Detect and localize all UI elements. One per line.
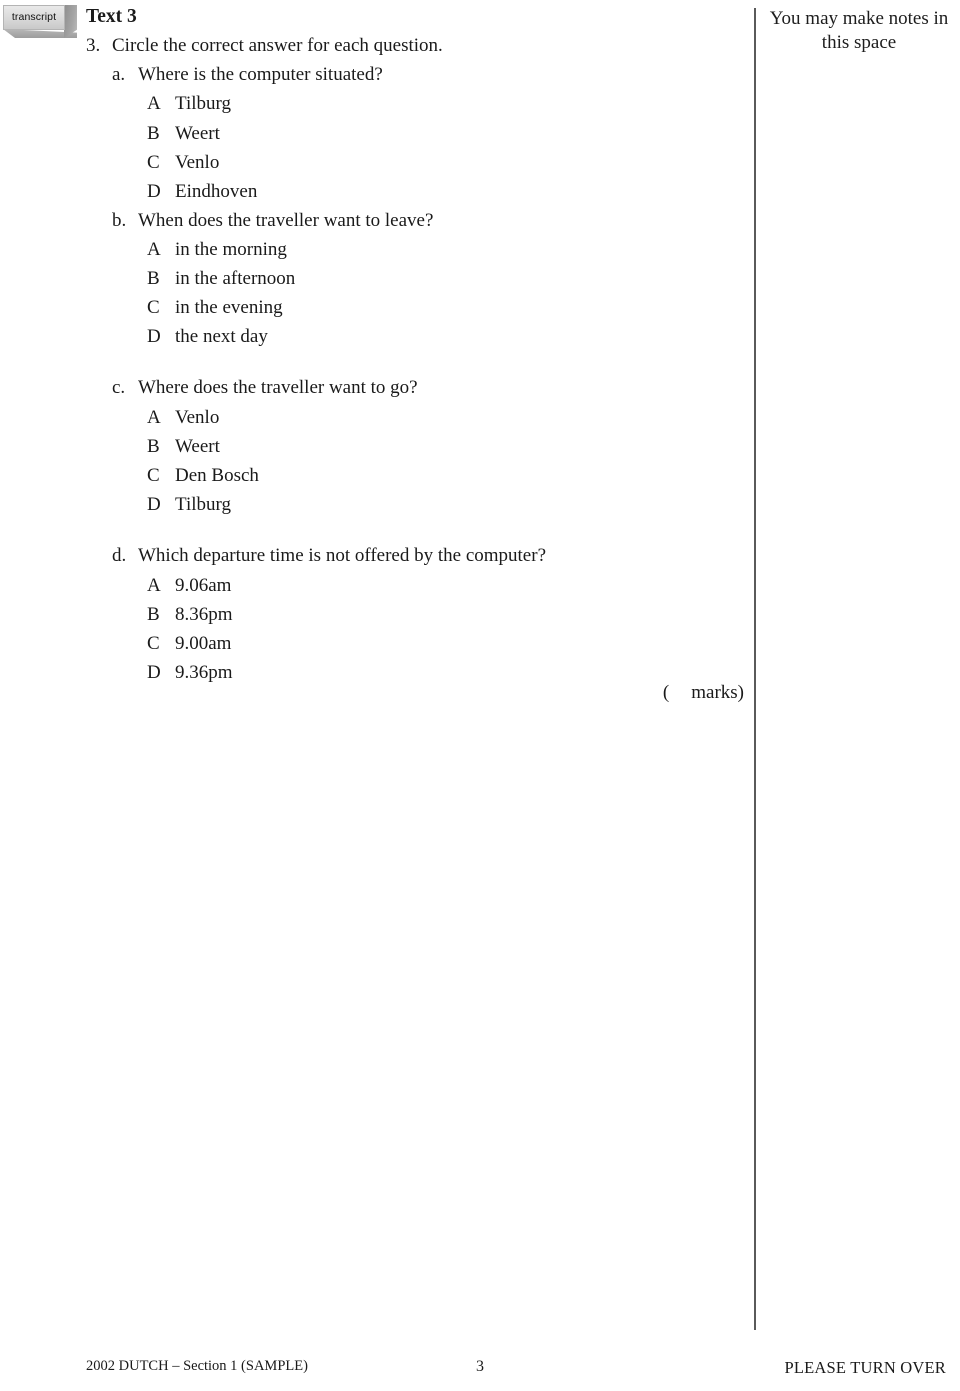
footer-turn-over-notice: PLEASE TURN OVER: [784, 1358, 946, 1377]
sub-question-c-prompt-row: c. Where does the traveller want to go?: [86, 373, 736, 402]
sub-question-d: d. Which departure time is not offered b…: [86, 541, 736, 687]
option-letter: A: [147, 239, 161, 261]
option-d-c[interactable]: C 9.00am: [86, 629, 736, 658]
transcript-button-face[interactable]: transcript: [3, 5, 65, 30]
option-text: Venlo: [175, 151, 220, 173]
option-text: Venlo: [175, 406, 220, 428]
marks-label: marks): [691, 682, 744, 703]
option-d-b[interactable]: B 8.36pm: [86, 600, 736, 629]
option-c-b[interactable]: B Weert: [86, 432, 736, 461]
option-text: Weert: [175, 435, 220, 457]
marks-line: ( marks): [86, 681, 744, 706]
option-text: in the evening: [175, 297, 283, 319]
option-text: Weert: [175, 122, 220, 144]
option-c-d[interactable]: D Tilburg: [86, 490, 736, 519]
option-b-b[interactable]: B in the afternoon: [86, 264, 736, 293]
option-letter: D: [147, 326, 161, 348]
sub-question-d-prompt-row: d. Which departure time is not offered b…: [86, 541, 736, 570]
option-letter: B: [147, 268, 160, 290]
option-letter: C: [147, 151, 160, 173]
option-letter: A: [147, 406, 161, 428]
option-d-a[interactable]: A 9.06am: [86, 571, 736, 600]
option-letter: C: [147, 464, 160, 486]
option-b-c[interactable]: C in the evening: [86, 293, 736, 322]
question-stem-text: Circle the correct answer for each quest…: [112, 34, 443, 56]
option-letter: C: [147, 297, 160, 319]
page-title: Text 3: [86, 6, 137, 27]
transcript-button-label: transcript: [11, 11, 57, 24]
option-text: Tilburg: [175, 494, 231, 516]
option-b-a[interactable]: A in the morning: [86, 235, 736, 264]
option-text: 8.36pm: [175, 603, 233, 625]
sub-question-b-letter: b.: [112, 209, 127, 231]
option-letter: A: [147, 93, 161, 115]
option-letter: B: [147, 122, 160, 144]
notes-column-heading: You may make notes in this space: [769, 8, 949, 54]
option-letter: C: [147, 632, 160, 654]
sub-question-b-prompt: When does the traveller want to leave?: [138, 209, 434, 231]
option-c-a[interactable]: A Venlo: [86, 403, 736, 432]
sub-question-a-prompt-row: a. Where is the computer situated?: [86, 60, 736, 89]
option-a-c[interactable]: C Venlo: [86, 148, 736, 177]
option-text: Eindhoven: [175, 180, 258, 202]
option-text: 9.06am: [175, 574, 232, 596]
option-text: 9.00am: [175, 632, 232, 654]
sub-question-d-prompt: Which departure time is not offered by t…: [138, 545, 546, 567]
page-footer: 2002 DUTCH – Section 1 (SAMPLE) 3 PLEASE…: [0, 1358, 960, 1384]
sub-question-a-letter: a.: [112, 64, 126, 86]
question-stem-row: 3. Circle the correct answer for each qu…: [86, 31, 736, 60]
transcript-button[interactable]: transcript: [3, 5, 77, 38]
sub-question-c-prompt: Where does the traveller want to go?: [138, 377, 418, 399]
option-letter: B: [147, 603, 160, 625]
option-text: the next day: [175, 326, 268, 348]
option-letter: D: [147, 494, 161, 516]
question-body: Text 3 3. Circle the correct answer for …: [86, 6, 736, 687]
option-text: Tilburg: [175, 93, 231, 115]
sub-question-b: b. When does the traveller want to leave…: [86, 206, 736, 352]
sub-question-d-letter: d.: [112, 545, 127, 567]
sub-question-a: a. Where is the computer situated? A Til…: [86, 60, 736, 206]
sub-question-c: c. Where does the traveller want to go? …: [86, 373, 736, 519]
option-c-c[interactable]: C Den Bosch: [86, 461, 736, 490]
option-letter: D: [147, 180, 161, 202]
option-letter: B: [147, 435, 160, 457]
option-text: Den Bosch: [175, 464, 259, 486]
notes-column-divider: [754, 8, 756, 1330]
marks-open-paren: (: [662, 682, 670, 703]
option-letter: A: [147, 574, 161, 596]
exam-page: transcript You may make notes in this sp…: [0, 0, 960, 1391]
sub-question-c-letter: c.: [112, 377, 126, 399]
option-a-d[interactable]: D Eindhoven: [86, 177, 736, 206]
option-a-b[interactable]: B Weert: [86, 119, 736, 148]
sub-question-b-prompt-row: b. When does the traveller want to leave…: [86, 206, 736, 235]
question-number: 3.: [86, 34, 101, 56]
option-b-d[interactable]: D the next day: [86, 322, 736, 351]
option-text: in the morning: [175, 239, 287, 261]
sub-question-a-prompt: Where is the computer situated?: [138, 64, 383, 86]
option-text: in the afternoon: [175, 268, 296, 290]
option-a-a[interactable]: A Tilburg: [86, 89, 736, 118]
